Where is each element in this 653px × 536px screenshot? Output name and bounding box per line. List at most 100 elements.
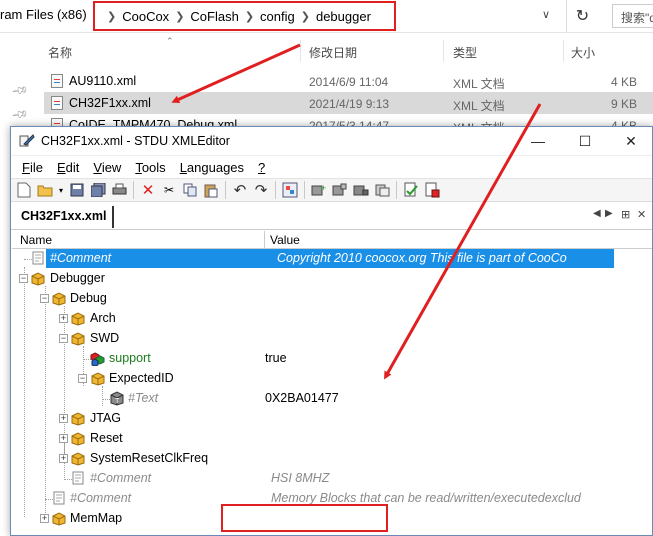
file-row[interactable]: AU9110.xml 2014/6/9 11:04 XML 文档 4 KB [44, 70, 653, 92]
comment-node-icon [32, 251, 44, 265]
tree-row-jtag[interactable]: + JTAG [12, 409, 652, 429]
minimize-button[interactable]: — [515, 127, 561, 156]
toolbar-separator [304, 181, 305, 199]
node-value: true [265, 351, 287, 365]
search-input[interactable]: 搜索"de [612, 4, 653, 28]
cut-icon: ✂ [163, 183, 175, 197]
tab-list-icon[interactable]: ⊞ [621, 208, 630, 221]
find-button[interactable] [281, 181, 299, 199]
tree-row-systemresetclkfreq[interactable]: + SystemResetClkFreq [12, 449, 652, 469]
tab-close-icon[interactable]: ✕ [637, 208, 646, 221]
toolbar-separator [396, 181, 397, 199]
open-dropdown-icon[interactable]: ▾ [57, 181, 65, 199]
tree-row-comment[interactable]: #Comment Copyright 2010 coocox.org This … [12, 249, 652, 269]
element-node-icon [52, 292, 66, 306]
collapse-icon[interactable]: − [40, 294, 49, 303]
menu-file[interactable]: File [15, 160, 50, 175]
undo-button[interactable]: ↶ [231, 181, 249, 199]
tree-row-swd[interactable]: − SWD [12, 329, 652, 349]
file-date: 2021/4/19 9:13 [309, 97, 390, 111]
column-size[interactable]: 大小 [571, 44, 595, 61]
element-node-icon [71, 432, 85, 446]
node-name: Debugger [50, 271, 105, 285]
column-type[interactable]: 类型 [453, 44, 477, 61]
expand-icon[interactable]: + [59, 434, 68, 443]
copy-icon [183, 183, 197, 197]
copy-button[interactable] [181, 181, 199, 199]
breadcrumb-item[interactable]: debugger [316, 9, 371, 24]
add-attribute-button[interactable] [352, 181, 370, 199]
file-list-header: 名称 修改日期 类型 大小 [0, 36, 653, 64]
tree-row-debug[interactable]: − Debug [12, 289, 652, 309]
menu-view[interactable]: View [86, 160, 128, 175]
tree-row-expectedid[interactable]: − ExpectedID [12, 369, 652, 389]
refresh-button[interactable]: ↻ [566, 0, 598, 32]
expand-icon[interactable]: + [59, 414, 68, 423]
add-child-button[interactable] [331, 181, 349, 199]
node-value: HSI 8MHZ [271, 471, 330, 485]
redo-button[interactable]: ↷ [252, 181, 270, 199]
column-name-header[interactable]: Name [20, 233, 52, 247]
tree-row-text[interactable]: T #Text 0X2BA01477 [12, 389, 652, 409]
save-all-button[interactable] [89, 181, 107, 199]
file-name: AU9110.xml [69, 74, 137, 88]
save-button[interactable] [68, 181, 86, 199]
breadcrumb[interactable]: ❯ CooCox ❯ CoFlash ❯ config ❯ debugger [93, 1, 396, 31]
new-file-icon [17, 182, 31, 198]
new-file-button[interactable] [15, 181, 33, 199]
collapse-icon[interactable]: − [78, 374, 87, 383]
breadcrumb-item[interactable]: CoFlash [190, 9, 238, 24]
tree-row-arch[interactable]: + Arch [12, 309, 652, 329]
node-value: 0X2BA01477 [265, 391, 339, 405]
title-bar[interactable]: CH32F1xx.xml - STDU XMLEditor — ☐ ✕ [11, 127, 652, 156]
breadcrumb-item[interactable]: config [260, 9, 295, 24]
add-text-button[interactable] [373, 181, 391, 199]
expand-icon[interactable]: + [40, 514, 49, 523]
collapse-icon[interactable]: − [19, 274, 28, 283]
cut-button[interactable]: ✂ [160, 181, 178, 199]
expand-icon[interactable]: + [59, 314, 68, 323]
find-grid-icon [282, 182, 298, 198]
tree-row-support[interactable]: support true [12, 349, 652, 369]
column-name[interactable]: 名称 [48, 44, 72, 61]
maximize-button[interactable]: ☐ [562, 127, 608, 156]
pin-icon[interactable]: 📌︎ [11, 81, 30, 100]
tab-scroll-right-icon[interactable]: ▶ [605, 208, 613, 219]
file-row-selected[interactable]: CH32F1xx.xml 2021/4/19 9:13 XML 文档 9 KB [44, 92, 653, 114]
menu-help[interactable]: ? [251, 160, 272, 175]
open-button[interactable] [36, 181, 54, 199]
node-name: Reset [90, 431, 123, 445]
collapse-icon[interactable]: − [59, 334, 68, 343]
delete-icon: ✕ [141, 182, 155, 199]
add-child-icon [332, 183, 347, 196]
export-button[interactable] [423, 181, 441, 199]
breadcrumb-item[interactable]: CooCox [122, 9, 169, 24]
column-date[interactable]: 修改日期 [309, 44, 357, 61]
file-size: 9 KB [611, 97, 638, 111]
node-name: #Comment [50, 251, 112, 265]
delete-button[interactable]: ✕ [139, 181, 157, 199]
pin-icon[interactable]: 📌︎ [11, 105, 30, 124]
add-node-button[interactable]: + [310, 181, 328, 199]
document-tab-bar: CH32F1xx.xml ◀ ▶ ⊞ ✕ [11, 202, 652, 230]
close-button[interactable]: ✕ [608, 127, 652, 156]
column-divider[interactable] [264, 231, 265, 249]
tab-scroll-left-icon[interactable]: ◀ [593, 208, 601, 219]
chevron-right-icon: ❯ [244, 10, 255, 23]
tree-row-reset[interactable]: + Reset [12, 429, 652, 449]
validate-button[interactable] [402, 181, 420, 199]
node-name: #Comment [70, 491, 132, 505]
print-button[interactable] [110, 181, 128, 199]
chevron-down-icon[interactable]: ∨ [542, 8, 550, 21]
menu-tools[interactable]: Tools [128, 160, 172, 175]
document-tab[interactable]: CH32F1xx.xml [15, 206, 115, 228]
tree-row-debugger[interactable]: − Debugger [12, 269, 652, 289]
menu-bar: File Edit View Tools Languages ? [11, 156, 652, 178]
expand-icon[interactable]: + [59, 454, 68, 463]
menu-languages[interactable]: Languages [173, 160, 251, 175]
node-name: #Text [128, 391, 159, 405]
column-value-header[interactable]: Value [270, 233, 300, 247]
tree-row-comment[interactable]: #Comment HSI 8MHZ [12, 469, 652, 489]
menu-edit[interactable]: Edit [50, 160, 86, 175]
paste-button[interactable] [202, 181, 220, 199]
